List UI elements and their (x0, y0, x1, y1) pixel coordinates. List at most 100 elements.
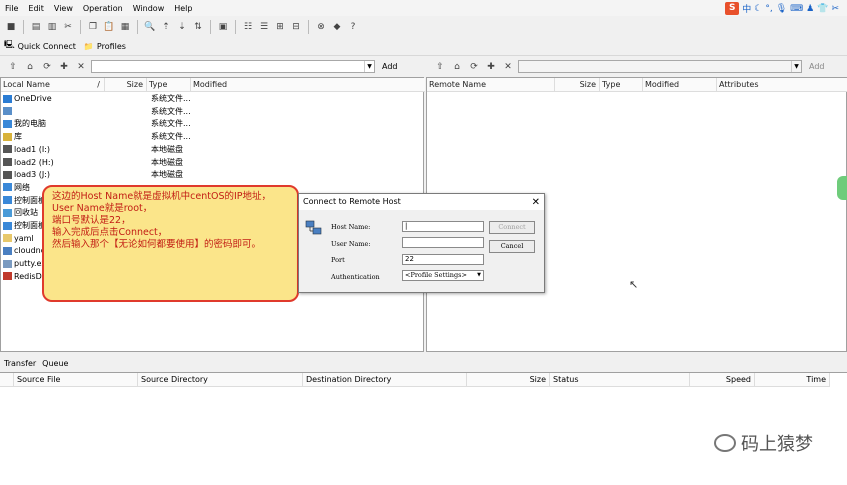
file-name: load1 (I:) (14, 144, 51, 154)
host-name-input[interactable]: | (402, 221, 484, 232)
list-item[interactable]: load3 (J:) 本地磁盘 (1, 169, 421, 182)
copy-icon[interactable]: ❐ (86, 20, 100, 34)
col-source-directory[interactable]: Source Directory (138, 373, 303, 387)
tab-transfer[interactable]: Transfer (4, 359, 36, 368)
view-list-icon[interactable]: ☷ (241, 20, 255, 34)
print-icon[interactable]: ▤ (29, 20, 43, 34)
folder-up-icon[interactable]: ⇧ (433, 60, 447, 74)
menu-edit[interactable]: Edit (23, 4, 49, 13)
list-item[interactable]: 我的电脑 系统文件... (1, 118, 421, 131)
col-modified[interactable]: Modified (643, 78, 717, 92)
microphone-icon[interactable]: 🎙 (776, 4, 787, 14)
new-folder-icon[interactable]: ✚ (484, 60, 498, 74)
col-speed[interactable]: Speed (690, 373, 755, 387)
annotation-callout: 这边的Host Name就是虚拟机中centOS的IP地址， User Name… (42, 185, 299, 302)
delete-icon[interactable]: ✕ (501, 60, 515, 74)
port-input[interactable]: 22 (402, 254, 484, 265)
shirt-icon[interactable]: 👕 (817, 4, 828, 14)
local-add-button[interactable]: Add (378, 62, 402, 71)
list-item[interactable]: load1 (I:) 本地磁盘 (1, 144, 421, 157)
col-size[interactable]: Size (555, 78, 600, 92)
upload-icon[interactable]: ⇡ (159, 20, 173, 34)
folder-up-icon[interactable]: ⇧ (6, 60, 20, 74)
authentication-select[interactable]: <Profile Settings> ▼ (402, 270, 484, 281)
local-pane-toolbar: ⇧ ⌂ ⟳ ✚ ✕ ▼ Add (0, 57, 425, 76)
col-source-file[interactable]: Source File (14, 373, 138, 387)
view-details-icon[interactable]: ☰ (257, 20, 271, 34)
stop-icon[interactable]: ⊗ (314, 20, 328, 34)
port-label: Port (331, 256, 345, 264)
find-icon[interactable]: 🔍 (143, 20, 157, 34)
refresh-icon[interactable]: ⟳ (40, 60, 54, 74)
menu-file[interactable]: File (0, 4, 23, 13)
chevron-down-icon[interactable]: ▼ (364, 61, 374, 72)
floating-side-tab[interactable] (837, 176, 847, 200)
print-preview-icon[interactable]: ▥ (45, 20, 59, 34)
sogou-logo-icon[interactable]: S (725, 2, 740, 15)
save-icon[interactable]: ■ (4, 20, 18, 34)
col-size[interactable]: Size (105, 78, 147, 92)
file-icon (3, 208, 12, 217)
paste-icon[interactable]: 📋 (102, 20, 116, 34)
col-modified[interactable]: Modified (191, 78, 425, 92)
home-icon[interactable]: ⌂ (450, 60, 464, 74)
list-item[interactable]: 系统文件... (1, 106, 421, 119)
file-icon (3, 145, 12, 154)
menu-help[interactable]: Help (169, 4, 197, 13)
profiles-button[interactable]: 📁 Profiles (84, 42, 126, 51)
chevron-down-icon[interactable]: ▼ (477, 271, 481, 280)
view-icons-icon[interactable]: ⊞ (273, 20, 287, 34)
close-icon[interactable]: ✕ (532, 195, 540, 211)
book-icon[interactable]: ◆ (330, 20, 344, 34)
col-local-name[interactable]: Local Name / (1, 78, 105, 92)
transfer-list[interactable]: Source File Source Directory Destination… (0, 372, 847, 485)
download-icon[interactable]: ⇣ (175, 20, 189, 34)
col-destination-directory[interactable]: Destination Directory (303, 373, 467, 387)
list-item[interactable]: 库 系统文件... (1, 131, 421, 144)
view-small-icon[interactable]: ⊟ (289, 20, 303, 34)
remote-path-combo[interactable]: ▼ (518, 60, 802, 73)
punctuation-icon[interactable]: °, (765, 4, 772, 14)
remote-pane-toolbar: ⇧ ⌂ ⟳ ✚ ✕ ▼ Add (427, 57, 847, 76)
list-item[interactable]: OneDrive 系统文件... (1, 93, 421, 106)
calculator-icon[interactable]: ▣ (216, 20, 230, 34)
col-status[interactable]: Status (550, 373, 690, 387)
home-icon[interactable]: ⌂ (23, 60, 37, 74)
menu-window[interactable]: Window (128, 4, 170, 13)
transfer-icon[interactable]: ⇅ (191, 20, 205, 34)
chevron-down-icon[interactable]: ▼ (791, 61, 801, 72)
network-computers-icon (305, 219, 323, 237)
cancel-button[interactable]: Cancel (489, 240, 535, 253)
col-type[interactable]: Type (147, 78, 191, 92)
quick-connect-button[interactable]: 🖳 Quick Connect (4, 39, 76, 53)
properties-icon[interactable]: ▦ (118, 20, 132, 34)
tools-icon[interactable]: ✂ (831, 4, 839, 14)
col-time[interactable]: Time (755, 373, 830, 387)
ime-lang-toggle[interactable]: 中 (742, 2, 751, 15)
user-name-input[interactable] (402, 237, 484, 248)
refresh-icon[interactable]: ⟳ (467, 60, 481, 74)
main-toolbar: ■ ▤ ▥ ✂ ❐ 📋 ▦ 🔍 ⇡ ⇣ ⇅ ▣ ☷ ☰ ⊞ ⊟ ⊗ ◆ ? (0, 17, 847, 37)
connect-button[interactable]: Connect (489, 221, 535, 234)
col-type[interactable]: Type (600, 78, 643, 92)
cut-icon[interactable]: ✂ (61, 20, 75, 34)
help-pointer-icon[interactable]: ? (346, 20, 360, 34)
col-remote-name[interactable]: Remote Name (427, 78, 555, 92)
file-type: 系统文件... (151, 106, 191, 116)
col-size[interactable]: Size (467, 373, 550, 387)
col-attributes[interactable]: Attributes (717, 78, 847, 92)
tab-queue[interactable]: Queue (42, 359, 68, 368)
callout-line: 端口号默认是22， (52, 215, 131, 226)
keyboard-icon[interactable]: ⌨ (790, 4, 803, 14)
local-path-combo[interactable]: ▼ (91, 60, 375, 73)
list-item[interactable]: load2 (H:) 本地磁盘 (1, 157, 421, 170)
new-folder-icon[interactable]: ✚ (57, 60, 71, 74)
user-icon[interactable]: ♟ (806, 4, 814, 14)
delete-icon[interactable]: ✕ (74, 60, 88, 74)
moon-icon[interactable]: ☾ (754, 4, 762, 14)
menu-operation[interactable]: Operation (78, 4, 128, 13)
file-type: 本地磁盘 (151, 170, 183, 180)
remote-add-button[interactable]: Add (805, 62, 829, 71)
menu-view[interactable]: View (49, 4, 78, 13)
col-status-icon[interactable] (0, 373, 14, 387)
